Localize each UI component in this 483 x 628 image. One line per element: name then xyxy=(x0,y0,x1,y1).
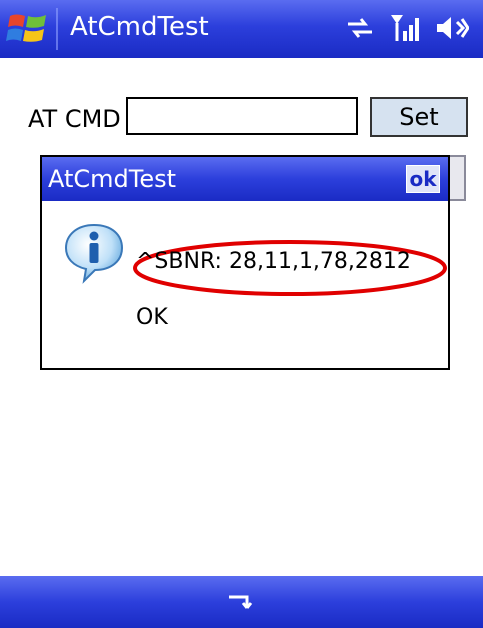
info-icon xyxy=(64,223,124,284)
dialog-title: AtCmdTest xyxy=(48,165,177,193)
title-bar: AtCmdTest xyxy=(0,0,483,58)
at-cmd-input[interactable] xyxy=(126,97,358,135)
keyboard-icon[interactable] xyxy=(225,588,259,616)
dialog-shadow xyxy=(450,155,466,201)
response-text: ^SBNR: 28,11,1,78,2812 xyxy=(136,249,411,274)
volume-icon[interactable] xyxy=(435,14,469,42)
bottom-bar xyxy=(0,576,483,628)
dialog-title-bar: AtCmdTest ok xyxy=(42,157,448,201)
title-separator xyxy=(56,8,58,50)
connectivity-icon[interactable] xyxy=(345,15,375,41)
windows-start-icon[interactable] xyxy=(6,10,50,48)
ok-button[interactable]: ok xyxy=(406,165,440,193)
at-cmd-label: AT CMD xyxy=(28,105,121,133)
set-button[interactable]: Set xyxy=(370,97,468,137)
signal-strength-icon[interactable] xyxy=(389,13,421,43)
app-title: AtCmdTest xyxy=(70,12,209,42)
message-dialog: AtCmdTest ok ^SBNR: 28,11,1,78,2812 OK xyxy=(40,155,450,370)
status-area xyxy=(345,12,469,44)
status-text: OK xyxy=(136,305,168,330)
